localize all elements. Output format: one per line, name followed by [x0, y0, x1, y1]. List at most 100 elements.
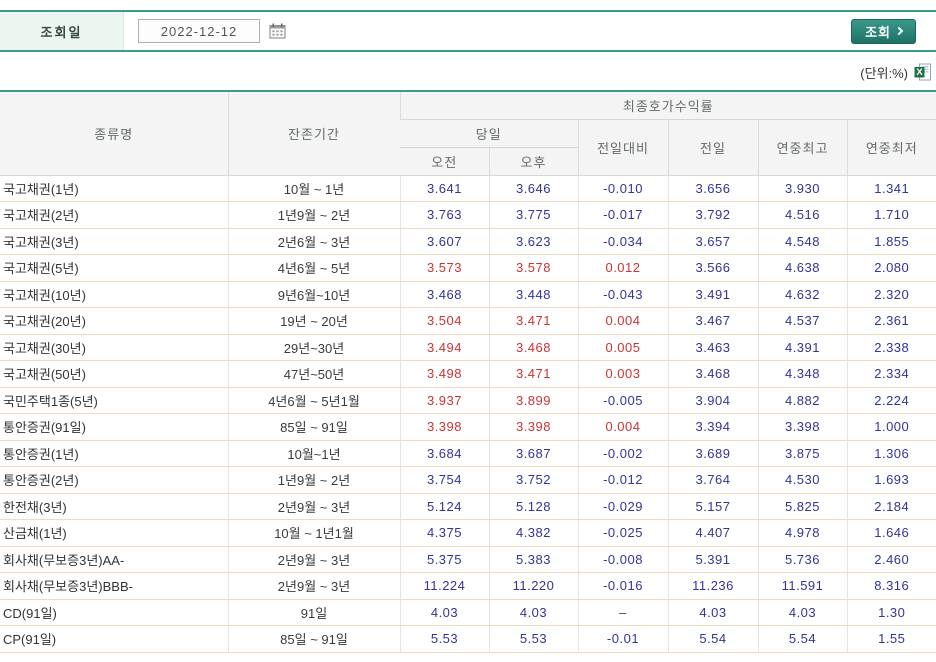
calendar-icon-svg	[269, 23, 285, 39]
remaining-period: 29년~30년	[227, 334, 400, 361]
day-change: 0.012	[577, 254, 668, 282]
bond-type: 회사채(무보증3년)AA-	[0, 546, 228, 573]
remaining-period: 1년9월 ~ 2년	[227, 466, 400, 494]
yield-am: 5.375	[399, 546, 489, 573]
prev-day: 3.792	[667, 201, 758, 229]
yield-pm: 4.03	[488, 599, 578, 626]
col-header-change: 전일대비	[577, 119, 668, 176]
yield-pm: 3.899	[488, 387, 578, 414]
day-change: -0.043	[577, 281, 668, 308]
day-change: -0.025	[577, 519, 668, 547]
prev-day: 3.394	[667, 413, 758, 441]
search-button[interactable]: 조회	[851, 18, 916, 44]
table-row: 국고채권(3년) 2년6월 ~ 3년 3.607 3.623 -0.034 3.657 4.…	[0, 228, 936, 255]
bond-type: CD(91일)	[0, 599, 228, 626]
bond-type: 국고채권(30년)	[0, 334, 228, 361]
year-low: 2.334	[846, 360, 936, 388]
remaining-period: 4년6월 ~ 5년1월	[227, 387, 400, 414]
day-change: -0.029	[577, 493, 668, 520]
yield-am: 3.504	[399, 307, 489, 335]
date-input[interactable]	[138, 19, 260, 43]
bond-type: 산금채(1년)	[0, 519, 228, 547]
year-low: 2.184	[846, 493, 936, 520]
yield-am: 11.224	[399, 572, 489, 600]
bond-yield-table: 종류명 잔존기간 최종호가수익률 당일 전일대비 전일 연중최고 연중최저 오전…	[0, 90, 936, 653]
year-high: 4.978	[757, 519, 847, 547]
day-change: -0.01	[577, 625, 668, 653]
remaining-period: 9년6월~10년	[227, 281, 400, 308]
year-high: 4.632	[757, 281, 847, 308]
yield-am: 3.937	[399, 387, 489, 414]
remaining-period: 10월 ~ 1년	[227, 175, 400, 202]
prev-day: 3.468	[667, 360, 758, 388]
year-low: 1.710	[846, 201, 936, 229]
remaining-period: 47년~50년	[227, 360, 400, 388]
remaining-period: 2년6월 ~ 3년	[227, 228, 400, 255]
yield-pm: 3.468	[488, 334, 578, 361]
prev-day: 3.656	[667, 175, 758, 202]
excel-download-icon[interactable]: X	[913, 63, 932, 82]
day-change: 0.004	[577, 413, 668, 441]
bond-type: 국고채권(2년)	[0, 201, 228, 229]
table-body: 국고채권(1년) 10월 ~ 1년 3.641 3.646 -0.010 3.656 3.9…	[0, 175, 936, 653]
table-row: 산금채(1년) 10월 ~ 1년1월 4.375 4.382 -0.025 4.407 4.…	[0, 519, 936, 547]
prev-day: 3.566	[667, 254, 758, 282]
yield-pm: 3.752	[488, 466, 578, 494]
prev-day: 5.157	[667, 493, 758, 520]
prev-day: 3.764	[667, 466, 758, 494]
bond-type: 국고채권(10년)	[0, 281, 228, 308]
year-high: 4.638	[757, 254, 847, 282]
unit-row: (단위:%) X	[0, 61, 936, 83]
yield-am: 3.573	[399, 254, 489, 282]
prev-day: 4.03	[667, 599, 758, 626]
yield-am: 3.684	[399, 440, 489, 467]
remaining-period: 1년9월 ~ 2년	[227, 201, 400, 229]
day-change: 0.003	[577, 360, 668, 388]
year-low: 2.080	[846, 254, 936, 282]
prev-day: 3.689	[667, 440, 758, 467]
yield-pm: 5.128	[488, 493, 578, 520]
yield-pm: 5.383	[488, 546, 578, 573]
year-low: 2.338	[846, 334, 936, 361]
year-low: 1.855	[846, 228, 936, 255]
yield-am: 4.375	[399, 519, 489, 547]
year-high: 4.03	[757, 599, 847, 626]
yield-am: 3.763	[399, 201, 489, 229]
yield-am: 3.607	[399, 228, 489, 255]
remaining-period: 85일 ~ 91일	[227, 625, 400, 653]
remaining-period: 4년6월 ~ 5년	[227, 254, 400, 282]
prev-day: 3.904	[667, 387, 758, 414]
year-high: 11.591	[757, 572, 847, 600]
bond-type: 국민주택1종(5년)	[0, 387, 228, 414]
remaining-period: 85일 ~ 91일	[227, 413, 400, 441]
year-low: 8.316	[846, 572, 936, 600]
calendar-icon[interactable]	[267, 21, 287, 41]
prev-day: 5.54	[667, 625, 758, 653]
table-row: 회사채(무보증3년)AA- 2년9월 ~ 3년 5.375 5.383 -0.008 5.…	[0, 546, 936, 573]
year-high: 5.736	[757, 546, 847, 573]
chevron-right-icon	[894, 26, 904, 36]
prev-day: 3.467	[667, 307, 758, 335]
bond-type: 국고채권(50년)	[0, 360, 228, 388]
table-row: 회사채(무보증3년)BBB- 2년9월 ~ 3년 11.224 11.220 -0.01…	[0, 572, 936, 600]
table-row: 국고채권(20년) 19년 ~ 20년 3.504 3.471 0.004 3.467 4.…	[0, 307, 936, 335]
col-header-yield-group: 최종호가수익률	[399, 91, 936, 120]
remaining-period: 2년9월 ~ 3년	[227, 572, 400, 600]
table-row: 국고채권(10년) 9년6월~10년 3.468 3.448 -0.043 3.491 4.…	[0, 281, 936, 308]
yield-am: 3.754	[399, 466, 489, 494]
bond-yield-page: 조회일 조회 (단위:%)	[0, 0, 936, 653]
bond-type: 통안증권(2년)	[0, 466, 228, 494]
yield-pm: 3.623	[488, 228, 578, 255]
prev-day: 3.491	[667, 281, 758, 308]
year-high: 3.875	[757, 440, 847, 467]
yield-pm: 3.578	[488, 254, 578, 282]
table-row: CD(91일) 91일 4.03 4.03–4.03 4.03 1.30	[0, 599, 936, 626]
col-header-pm: 오후	[488, 147, 578, 176]
bond-type: 국고채권(3년)	[0, 228, 228, 255]
yield-am: 3.468	[399, 281, 489, 308]
prev-day: 11.236	[667, 572, 758, 600]
svg-text:X: X	[916, 67, 923, 78]
yield-pm: 11.220	[488, 572, 578, 600]
year-high: 3.930	[757, 175, 847, 202]
bond-type: 통안증권(1년)	[0, 440, 228, 467]
